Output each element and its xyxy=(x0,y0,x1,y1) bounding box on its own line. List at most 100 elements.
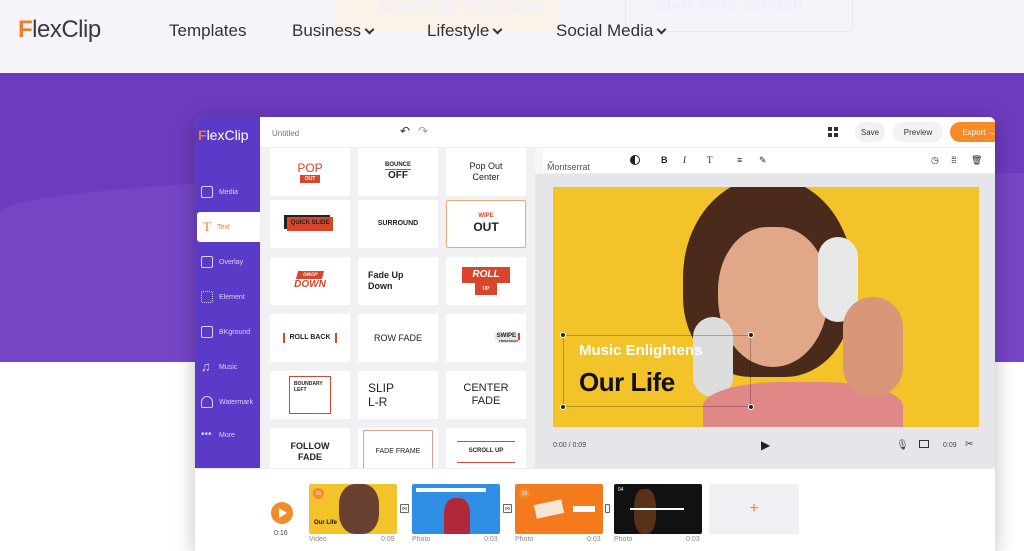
template-line1: SLIP xyxy=(368,380,395,395)
nav-business[interactable]: Business xyxy=(292,21,375,41)
template-line1: POP xyxy=(297,160,323,175)
timeline-clip[interactable]: 01 Our Life xyxy=(309,484,397,534)
dots-grid-icon[interactable]: ⁞⁞⁞ xyxy=(951,155,956,165)
sidebar-item-text[interactable]: T Text xyxy=(197,212,262,242)
sidebar-label: Overlay xyxy=(219,258,244,266)
text-template-fade-up-down[interactable]: Fade Up Down xyxy=(358,257,438,305)
sidebar-item-more[interactable]: ••• More xyxy=(195,420,260,450)
template-line2: Center xyxy=(472,172,500,182)
text-template-roll-up[interactable]: ROLL UP xyxy=(446,257,526,305)
nav-social-media[interactable]: Social Media xyxy=(556,21,667,41)
clip-type: Photo xyxy=(614,536,633,543)
text-template-pop-out[interactable]: POP OUT xyxy=(270,148,350,196)
preview-button[interactable]: Preview xyxy=(893,122,943,142)
sidebar-label: Music xyxy=(219,363,238,371)
template-line2: LEFT xyxy=(294,387,307,393)
timeline-play-button[interactable] xyxy=(271,502,293,524)
text-template-roll-back[interactable]: ROLL BACK xyxy=(270,314,350,362)
sidebar-item-media[interactable]: Media xyxy=(195,177,260,207)
timeline-clip[interactable]: 03 xyxy=(515,484,603,534)
undo-icon[interactable]: ↶ xyxy=(400,124,410,138)
resize-handle[interactable] xyxy=(748,404,754,410)
hero-button-scratch-label: Start from Scratch xyxy=(655,0,804,15)
clip-thumbnail xyxy=(533,499,565,519)
template-line2: OUT xyxy=(473,220,499,235)
template-line2: DOWN xyxy=(294,279,326,290)
element-icon xyxy=(201,291,213,303)
text-template-wipe-out[interactable]: WIPE OUT xyxy=(446,200,526,248)
edit-icon[interactable]: ✎ xyxy=(759,155,767,166)
resize-handle[interactable] xyxy=(748,332,754,338)
grid-icon[interactable] xyxy=(828,127,838,137)
canvas-subheadline[interactable]: Our Life xyxy=(579,367,675,398)
timeline-clip[interactable] xyxy=(412,484,500,534)
text-template-boundary-left[interactable]: BOUNDARY LEFT xyxy=(270,371,350,419)
text-template-fade-frame[interactable]: FADE FRAME xyxy=(358,428,438,468)
transition-icon[interactable]: ⋈ xyxy=(503,504,512,513)
text-template-follow-fade[interactable]: FOLLOW FADE xyxy=(270,428,350,468)
text-template-row-fade[interactable]: ROW FADE xyxy=(358,314,438,362)
text-template-scroll-up[interactable]: SCROLL UP xyxy=(446,428,526,468)
video-canvas[interactable]: Music Enlightens Our Life xyxy=(553,187,979,427)
text-template-swipe-right[interactable]: SWIPE FROM RIGHT xyxy=(446,314,526,362)
music-icon: ♫ xyxy=(201,359,211,374)
clip-thumbnail xyxy=(339,484,379,534)
clip-duration: 0:09 xyxy=(943,442,957,449)
redo-icon[interactable]: ↷ xyxy=(418,124,428,138)
text-template-pop-out-center[interactable]: Pop Out Center xyxy=(446,148,526,196)
sidebar-item-watermark[interactable]: Watermark xyxy=(195,387,260,417)
template-line1: SCROLL UP xyxy=(456,441,516,463)
more-icon: ••• xyxy=(201,429,212,440)
clip-caption: Our Life xyxy=(314,520,338,526)
split-icon[interactable] xyxy=(919,440,929,448)
nav-templates[interactable]: Templates xyxy=(169,21,246,41)
chevron-down-icon xyxy=(492,24,503,35)
mic-icon[interactable]: 🎙 xyxy=(896,440,909,451)
sidebar-item-overlay[interactable]: Overlay xyxy=(195,247,260,277)
add-clip-button[interactable]: + xyxy=(709,484,799,534)
resize-handle[interactable] xyxy=(560,332,566,338)
timeline-clip[interactable]: 04 xyxy=(614,484,702,534)
clock-icon[interactable]: ◷ xyxy=(931,155,939,166)
background-icon xyxy=(201,326,213,338)
export-button[interactable]: Export → xyxy=(950,122,995,142)
nav-label: Business xyxy=(292,21,361,40)
italic-button[interactable]: I xyxy=(683,155,686,165)
editor-toolbar: ↶ ↷ Save Preview Export → ⌄ xyxy=(260,117,995,148)
text-template-slip-lr[interactable]: SLIP L-R xyxy=(358,371,438,419)
text-template-drop-down[interactable]: DROP DOWN xyxy=(270,257,350,305)
template-line2: FROM RIGHT xyxy=(497,338,520,344)
text-template-center-fade[interactable]: CENTER FADE xyxy=(446,371,526,419)
save-button[interactable]: Save xyxy=(855,122,885,142)
color-icon[interactable] xyxy=(630,155,640,165)
canvas-headline[interactable]: Music Enlightens xyxy=(579,342,702,359)
text-template-quick-slide[interactable]: QUICK SLIDE xyxy=(270,200,350,248)
text-template-surround[interactable]: SURROUND xyxy=(358,200,438,248)
text-template-bounce-off[interactable]: BOUNCE OFF xyxy=(358,148,438,196)
transition-icon[interactable]: ⋈ xyxy=(400,504,409,513)
sidebar-item-music[interactable]: ♫ Music xyxy=(195,352,260,382)
bold-button[interactable]: B xyxy=(661,155,668,165)
font-select[interactable]: Montserrat ⌄ xyxy=(547,155,590,172)
project-title-input[interactable] xyxy=(272,124,387,142)
transition-icon[interactable] xyxy=(605,504,610,513)
text-size-button[interactable]: T xyxy=(707,155,713,165)
nav-label: Lifestyle xyxy=(427,21,490,40)
template-line1: Pop Out xyxy=(469,161,503,172)
trash-icon[interactable]: 🗑 xyxy=(971,155,982,166)
folder-icon xyxy=(201,186,213,198)
template-line2: Down xyxy=(368,281,393,291)
nav-lifestyle[interactable]: Lifestyle xyxy=(427,21,503,41)
sidebar-item-element[interactable]: Element xyxy=(195,282,260,312)
align-icon[interactable]: ≡ xyxy=(737,155,742,165)
sidebar-item-bkground[interactable]: BKground xyxy=(195,317,260,347)
chevron-down-icon xyxy=(656,24,667,35)
play-icon[interactable]: ▶ xyxy=(761,438,770,452)
logo-mark: F xyxy=(18,16,33,43)
nav-label: Templates xyxy=(169,21,247,40)
resize-handle[interactable] xyxy=(560,404,566,410)
scissors-icon[interactable]: ✂ xyxy=(965,439,973,450)
site-logo[interactable]: FlexClip xyxy=(18,16,101,44)
clip-number: 01 xyxy=(313,488,324,499)
playback-time: 0:00 / 0:09 xyxy=(553,442,587,449)
